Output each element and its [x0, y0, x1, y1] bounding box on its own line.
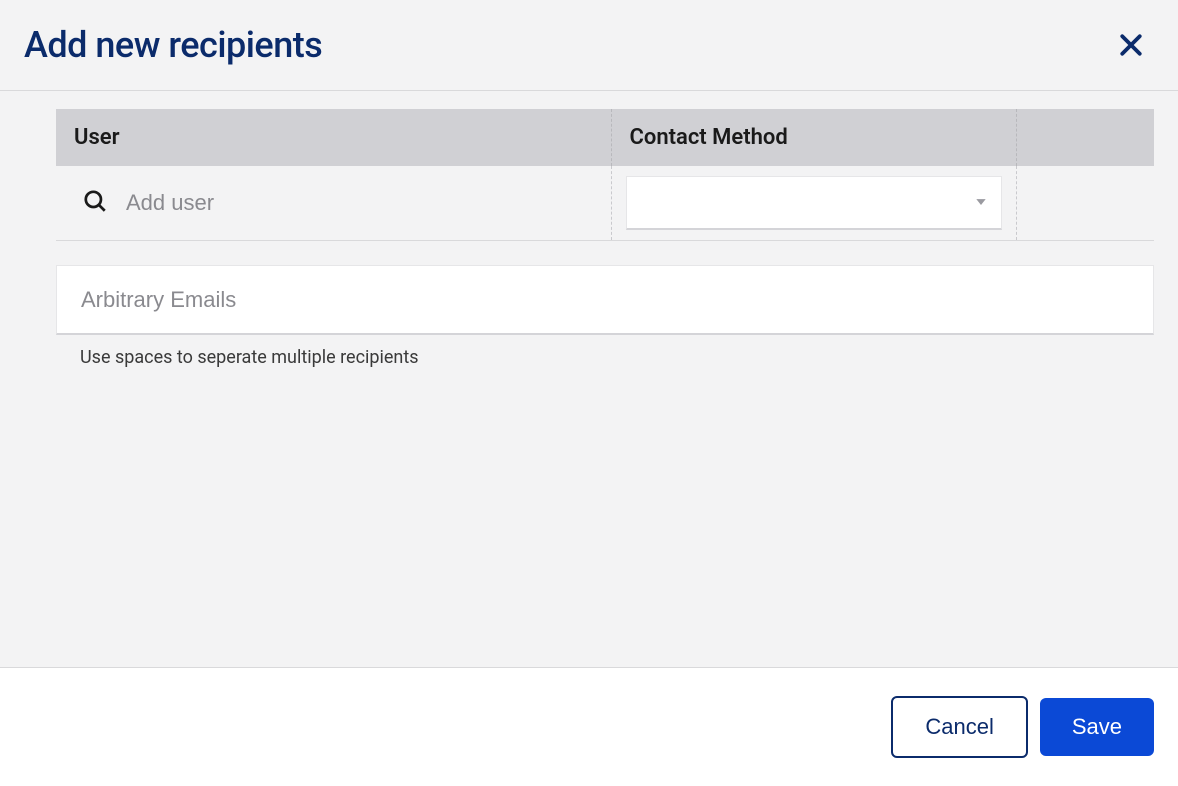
cancel-button[interactable]: Cancel: [891, 696, 1027, 758]
column-header-actions: [1016, 109, 1154, 166]
modal-body: User Contact Method: [0, 91, 1178, 668]
arbitrary-emails-block: Use spaces to seperate multiple recipien…: [56, 265, 1154, 368]
search-icon: [82, 188, 108, 218]
add-recipients-modal: Add new recipients User Contact Method: [0, 0, 1178, 786]
table-row: [56, 166, 1154, 240]
add-user-input[interactable]: [126, 190, 593, 216]
column-header-contact: Contact Method: [611, 109, 1016, 166]
modal-footer: Cancel Save: [0, 668, 1178, 786]
save-button[interactable]: Save: [1040, 698, 1154, 756]
close-button[interactable]: [1112, 26, 1150, 64]
modal-title: Add new recipients: [24, 24, 322, 66]
arbitrary-emails-input[interactable]: [56, 265, 1154, 335]
emails-hint: Use spaces to seperate multiple recipien…: [56, 335, 1154, 368]
recipients-table: User Contact Method: [56, 109, 1154, 241]
modal-header: Add new recipients: [0, 0, 1178, 91]
column-header-user: User: [56, 109, 611, 166]
close-icon: [1116, 30, 1146, 60]
contact-method-select[interactable]: [626, 176, 1002, 230]
